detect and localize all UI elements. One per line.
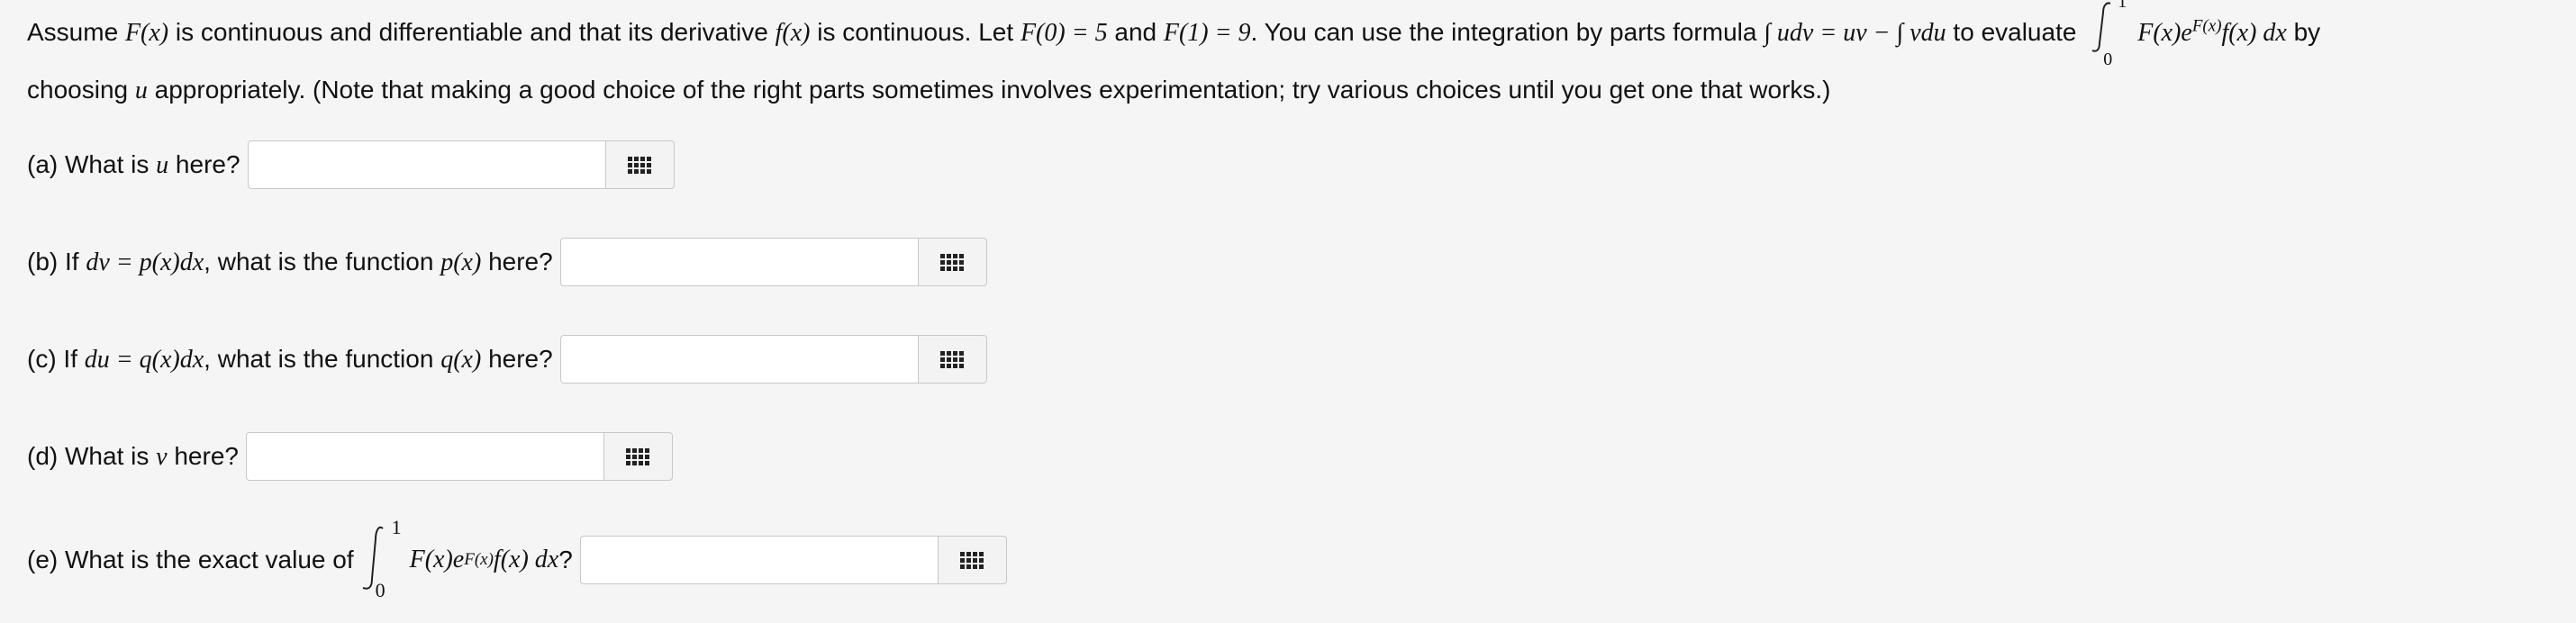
question-b-label: (b) If dv = p(x)dx, what is the function…: [27, 248, 553, 277]
math-eq: du = q(x)dx: [84, 345, 204, 374]
math-exponent: F(x): [2191, 16, 2222, 36]
answer-a-group: [247, 140, 675, 189]
problem-line-2: choosing u appropriately. (Note that mak…: [27, 72, 1831, 108]
math-exponent: F(x): [464, 550, 494, 569]
text: , what is the function: [204, 247, 441, 275]
math-integrand-rest: f(x) dx: [493, 546, 559, 573]
question-a: (a) What is u here?: [27, 139, 675, 191]
answer-d-input[interactable]: [245, 432, 604, 481]
answer-a-palette-button[interactable]: [605, 140, 675, 189]
math-Fx: F(x): [124, 19, 169, 47]
math-integrand-rest: f(x) dx: [2221, 19, 2287, 47]
definite-integral-symbol: 10: [2083, 0, 2137, 69]
question-c-label: (c) If du = q(x)dx, what is the function…: [27, 345, 553, 375]
text: here?: [481, 247, 553, 275]
text: to evaluate: [1946, 18, 2084, 46]
math-F1: F(1) = 9: [1163, 19, 1251, 47]
text: (b) If: [27, 247, 86, 275]
math-var: v: [156, 442, 168, 471]
grid-palette-icon: [940, 253, 965, 271]
answer-b-input[interactable]: [559, 238, 919, 286]
question-a-label: (a) What is u here?: [27, 150, 240, 180]
text: . You can use the integration by parts f…: [1250, 18, 1764, 46]
question-b: (b) If dv = p(x)dx, what is the function…: [27, 236, 987, 288]
answer-e-palette-button[interactable]: [938, 536, 1007, 584]
math-u: u: [134, 77, 148, 104]
question-c: (c) If du = q(x)dx, what is the function…: [27, 333, 987, 385]
lower-limit: 0: [2103, 49, 2113, 69]
text: , what is the function: [204, 344, 441, 373]
answer-d-palette-button[interactable]: [603, 432, 673, 481]
math-eq: dv = p(x)dx: [86, 248, 204, 276]
grid-palette-icon: [940, 350, 965, 368]
text: here?: [481, 344, 553, 373]
text: appropriately. (Note that making a good …: [147, 76, 1831, 104]
answer-c-group: [559, 335, 987, 384]
text: by: [2286, 18, 2321, 46]
question-d-label: (d) What is v here?: [27, 442, 239, 472]
math-F0: F(0) = 5: [1020, 19, 1108, 47]
answer-e-group: [579, 536, 1007, 584]
question-d: (d) What is v here?: [27, 430, 673, 483]
text: (a) What is: [27, 149, 157, 178]
definite-integral-symbol: 1 0: [354, 516, 410, 601]
upper-limit: 1: [391, 516, 402, 538]
question-e: (e) What is the exact value of 1 0 F(x)e…: [27, 516, 1007, 601]
text: is continuous. Let: [810, 18, 1020, 46]
answer-b-palette-button[interactable]: [918, 238, 987, 286]
text: choosing: [27, 76, 135, 104]
text: here?: [168, 149, 240, 178]
answer-c-input[interactable]: [559, 335, 919, 384]
text: ?: [558, 546, 573, 573]
text: (d) What is: [27, 441, 157, 470]
math-integrand: F(x)e: [409, 546, 465, 573]
problem-line-1: Assume F(x) is continuous and differenti…: [27, 0, 2321, 69]
lower-limit: 0: [375, 579, 385, 601]
grid-palette-icon: [628, 156, 652, 174]
upper-limit: 1: [2118, 0, 2127, 12]
answer-c-palette-button[interactable]: [918, 335, 987, 384]
grid-palette-icon: [626, 447, 650, 465]
math-fn: q(x): [440, 345, 482, 374]
math-var: u: [156, 150, 169, 179]
question-e-label: (e) What is the exact value of 1 0 F(x)e…: [27, 516, 573, 601]
grid-palette-icon: [960, 551, 984, 569]
math-parts-formula: ∫ udv = uv − ∫ vdu: [1764, 19, 1946, 47]
text: (c) If: [27, 344, 85, 373]
math-integrand: F(x)e: [2137, 19, 2192, 47]
math-fx: f(x): [775, 19, 811, 47]
answer-e-input[interactable]: [579, 536, 939, 584]
text: Assume: [27, 18, 125, 46]
answer-d-group: [245, 432, 673, 481]
text: (e) What is the exact value of: [27, 546, 354, 573]
text: is continuous and differentiable and tha…: [168, 18, 776, 46]
answer-a-input[interactable]: [247, 140, 606, 189]
text: and: [1107, 18, 1164, 46]
math-fn: p(x): [440, 248, 482, 276]
text: here?: [167, 441, 239, 470]
answer-b-group: [559, 238, 987, 286]
